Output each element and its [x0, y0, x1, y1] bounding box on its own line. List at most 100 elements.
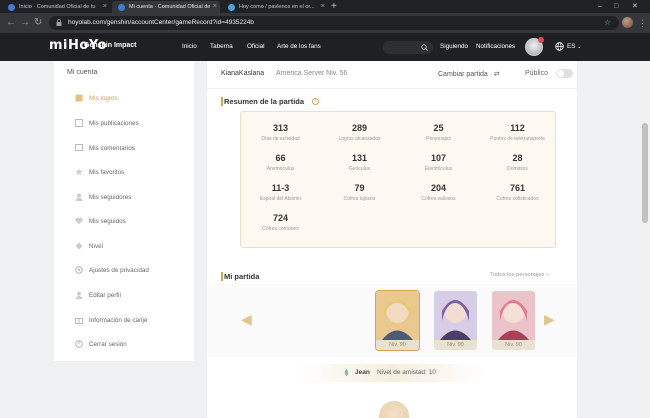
- public-label: Público: [525, 70, 548, 77]
- stat-item: 112 Puntos de teletransporte: [478, 123, 557, 142]
- section-accent-bar: [221, 272, 223, 281]
- close-tab-icon[interactable]: ×: [103, 1, 107, 13]
- stat-value: 724: [272, 213, 289, 223]
- star-icon: [75, 168, 83, 176]
- globe-icon[interactable]: [555, 42, 564, 51]
- maximize-button[interactable]: □: [614, 0, 618, 13]
- anemo-element-icon: [344, 369, 349, 376]
- trophy-icon: [75, 94, 83, 102]
- privacy-icon: [75, 266, 83, 274]
- stat-item: 28 Dominios: [478, 153, 557, 172]
- nav-arte-fans[interactable]: Arte de los fans: [277, 43, 321, 50]
- stat-label: Geóculus: [348, 166, 371, 172]
- search-input[interactable]: [383, 41, 433, 54]
- address-bar-row: ← → ↻ hoyolab.com/genshin/accountCenter/…: [0, 13, 650, 33]
- nav-taberna[interactable]: Taberna: [210, 43, 233, 50]
- sidebar-item-label: Cerrar sesión: [89, 341, 127, 348]
- followers-icon: [75, 193, 83, 201]
- language-selector[interactable]: ES ⌄: [567, 43, 581, 50]
- nav-oficial[interactable]: Oficial: [247, 43, 265, 50]
- close-window-button[interactable]: ✕: [632, 0, 638, 13]
- browser-tab[interactable]: Inicio · Comunidad Oficial de tu ×: [2, 1, 110, 13]
- stat-label: Cofres comunes: [262, 226, 299, 232]
- character-level: Niv. 90: [492, 340, 535, 350]
- sidebar-item-label: Ajustes de privacidad: [89, 267, 149, 274]
- close-tab-icon[interactable]: ×: [213, 1, 217, 13]
- public-toggle[interactable]: [556, 69, 573, 78]
- stat-item: 131 Geóculus: [320, 153, 399, 172]
- notifications-link[interactable]: Notificaciones: [476, 43, 515, 50]
- browser-tab-active[interactable]: Mi cuenta · Comunidad Oficial de ×: [112, 1, 220, 13]
- stat-label: Puntos de teletransporte: [490, 136, 545, 142]
- character-card[interactable]: Niv. 90: [492, 291, 535, 350]
- stat-item: 107 Electróculus: [399, 153, 478, 172]
- all-characters-label: Todos los personajes: [490, 272, 545, 278]
- stat-label: Personajes: [425, 136, 451, 142]
- stat-value: 107: [430, 153, 447, 163]
- browser-menu-icon[interactable]: ⋮: [638, 16, 647, 30]
- stat-value: 79: [354, 183, 365, 193]
- stat-value: 66: [275, 153, 286, 163]
- url-text: hoyolab.com/genshin/accountCenter/gameRe…: [68, 19, 254, 26]
- stat-item: 204 Cofres valiosos: [399, 183, 478, 202]
- following-link[interactable]: Siguiendo: [440, 43, 468, 50]
- sidebar-item-label: Mis comentarios: [89, 145, 135, 152]
- nav-inicio[interactable]: Inicio: [182, 43, 197, 50]
- sidebar-item-label: Información de canje: [89, 317, 148, 324]
- carousel-next-arrow-icon[interactable]: ▶: [544, 311, 555, 328]
- back-arrow-icon[interactable]: ←: [6, 16, 16, 30]
- stat-item: 79 Cofres lujosos: [320, 183, 399, 202]
- stat-item: 25 Personajes: [399, 123, 478, 142]
- character-portrait: [492, 291, 535, 340]
- comment-icon: [75, 144, 83, 151]
- info-icon[interactable]: i: [312, 98, 319, 105]
- stat-value: 204: [430, 183, 447, 193]
- section-accent-bar: [221, 97, 223, 106]
- close-tab-icon[interactable]: ×: [321, 1, 325, 13]
- character-card-selected[interactable]: Niv. 90: [375, 290, 420, 351]
- url-field[interactable]: hoyolab.com/genshin/accountCenter/gameRe…: [49, 16, 619, 30]
- sidebar-item-label: Mis seguidores: [89, 194, 132, 201]
- tab-title: Inicio · Comunidad Oficial de tu: [19, 4, 96, 10]
- notification-badge: [538, 37, 544, 43]
- language-label: ES: [567, 43, 576, 50]
- stat-item: 313 Días de actividad: [241, 123, 320, 142]
- summary-title: Resumen de la partida: [224, 97, 305, 106]
- page-body: Mi cuenta Mis logros Mis publicaciones M…: [0, 61, 650, 418]
- scrollbar-thumb[interactable]: [642, 123, 648, 223]
- reload-icon[interactable]: ↻: [34, 16, 42, 30]
- character-card[interactable]: Niv. 90: [434, 291, 477, 350]
- change-game-button[interactable]: Cambiar partida ⇄: [438, 70, 500, 78]
- minimize-button[interactable]: –: [598, 0, 602, 13]
- stat-value: 289: [351, 123, 368, 133]
- friendship-banner: Jean Nivel de amistad: 10: [299, 364, 485, 382]
- stat-label: Espiral del Abismo: [259, 196, 302, 202]
- character-name: Jean: [355, 369, 370, 376]
- browser-profile-avatar[interactable]: [622, 17, 633, 28]
- page-scrollbar[interactable]: [640, 61, 650, 418]
- stat-value: 28: [512, 153, 523, 163]
- change-game-label: Cambiar partida: [438, 71, 488, 78]
- game-title[interactable]: Genshin Impact: [84, 42, 137, 49]
- bookmark-star-icon[interactable]: ☆: [604, 16, 611, 30]
- chevron-right-icon: ›: [546, 272, 549, 278]
- stat-label: Logros alcanzados: [338, 136, 381, 142]
- new-tab-button[interactable]: +: [331, 0, 337, 13]
- gift-icon: [75, 318, 83, 324]
- forward-arrow-icon[interactable]: →: [20, 16, 30, 30]
- search-icon: [421, 44, 428, 51]
- carousel-prev-arrow-icon[interactable]: ◀: [241, 311, 252, 328]
- all-characters-link[interactable]: Todos los personajes ›: [490, 272, 548, 278]
- account-username: KianaKaslana: [221, 70, 265, 77]
- tab-title: Hoy como / pavlenos en el or...: [239, 4, 315, 10]
- sidebar-item-label: Editar perfil: [89, 292, 121, 299]
- stat-label: Cofres sofisticados: [496, 196, 539, 202]
- friendship-level: Nivel de amistad: 10: [377, 369, 436, 376]
- sidebar-item-label: Mis favoritos: [89, 169, 125, 176]
- tab-title: Mi cuenta · Comunidad Oficial de: [129, 4, 211, 10]
- sidebar-item-label: Mis seguidos: [89, 218, 126, 225]
- account-server: America Server Niv. 56: [276, 70, 348, 77]
- lock-icon: [56, 19, 62, 26]
- stat-value: 131: [351, 153, 368, 163]
- browser-tab[interactable]: Hoy como / pavlenos en el or... ×: [222, 1, 328, 13]
